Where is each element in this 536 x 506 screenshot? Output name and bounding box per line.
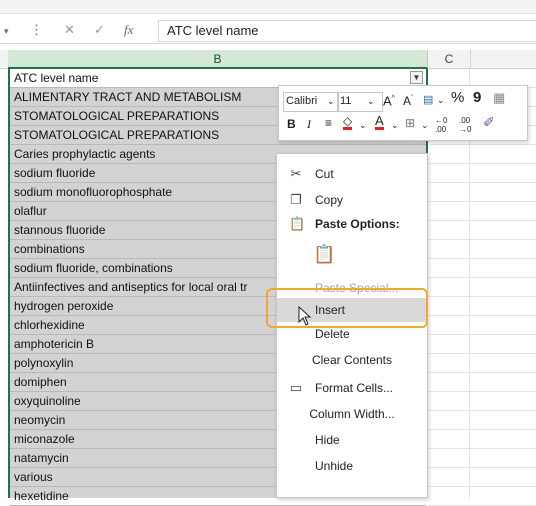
menu-item-column-width[interactable]: Column Width... [277,402,427,426]
borders-dropdown-icon[interactable]: ⌄ [421,117,429,133]
grid-line [429,163,536,164]
column-header-d[interactable] [470,50,536,69]
bold-button[interactable]: B [287,116,296,132]
menu-item-clear-contents[interactable]: Clear Contents [277,348,427,372]
scissors-icon: ✂ [290,166,302,181]
paste-option-button[interactable]: 📋 [277,240,427,268]
clipboard-icon: 📋 [289,216,306,231]
menu-item-cut[interactable]: ✂ Cut [277,162,427,186]
grid-line [429,486,536,487]
formula-input[interactable]: ATC level name [158,20,536,42]
decrease-font-icon[interactable]: Aˇ [403,91,413,109]
mini-toolbar: Calibri ⌄ 11 ⌄ A^ Aˇ ▤ ⌄ % 9 ▦ B I ≡ ◇ ⌄… [278,85,528,141]
formula-bar-grip-icon: ⋮ [30,22,43,37]
menu-item-label: Column Width... [309,407,395,421]
insert-function-icon[interactable]: fx [124,22,133,38]
grid-line [429,220,536,221]
menu-item-label: Clear Contents [311,353,393,367]
menu-item-paste-options: 📋 Paste Options: [277,212,427,236]
align-center-icon[interactable]: ≡ [325,115,332,131]
font-name-dropdown-icon[interactable]: ⌄ [327,93,335,109]
grid-line [429,182,536,183]
grid-line [429,429,536,430]
number-format-icon[interactable]: ▤ [423,92,433,108]
decrease-decimal-icon[interactable]: .00 →0 [459,116,471,134]
filter-dropdown-button[interactable]: ▼ [410,71,423,84]
grid-line [429,144,536,145]
font-size-dropdown-icon[interactable]: ⌄ [367,93,375,109]
grid-line [429,296,536,297]
menu-item-label: Paste Options: [315,217,400,231]
grid-line [429,448,536,449]
comma-style-icon[interactable]: 9 [473,90,481,106]
font-size-box[interactable]: 11 [337,92,383,112]
name-box-dropdown-icon[interactable]: ▾ [4,26,9,37]
menu-item-label: Format Cells... [315,381,394,395]
percent-style-icon[interactable]: % [451,90,464,106]
fill-color-dropdown-icon[interactable]: ⌄ [359,117,367,133]
menu-item-unhide[interactable]: Unhide [277,454,427,478]
enter-icon[interactable]: ✓ [94,22,105,38]
grid-line [429,277,536,278]
grid-line [429,315,536,316]
paste-icon: 📋 [313,244,336,264]
grid-line [429,201,536,202]
copy-icon: ❐ [290,192,302,207]
menu-item-label: Unhide [315,459,354,473]
grid-line [429,372,536,373]
format-table-icon[interactable]: ▦ [493,90,505,106]
menu-item-label: Hide [315,433,340,447]
increase-font-icon[interactable]: A^ [383,91,395,109]
column-header-b[interactable]: B [8,50,428,69]
grid-line [429,239,536,240]
format-cells-icon: ▭ [289,380,303,395]
font-color-icon[interactable]: A [375,114,384,130]
cancel-icon[interactable]: ✕ [64,22,75,38]
menu-item-label: Copy [315,193,344,207]
italic-button[interactable]: I [307,116,311,132]
format-painter-icon[interactable]: ✐ [483,114,495,130]
ribbon-edge [0,0,536,14]
grid-line [429,353,536,354]
grid-line [429,334,536,335]
borders-icon[interactable]: ⊞ [405,115,415,131]
grid-line [429,467,536,468]
menu-item-format-cells[interactable]: ▭ Format Cells... [277,376,427,400]
mouse-cursor-icon [298,306,312,326]
number-format-dropdown-icon[interactable]: ⌄ [437,92,445,108]
menu-item-label: Cut [315,167,334,181]
insert-highlight-box [266,288,428,328]
grid-line [429,410,536,411]
menu-item-hide[interactable]: Hide [277,428,427,452]
menu-item-copy[interactable]: ❐ Copy [277,188,427,212]
grid-line [429,258,536,259]
column-header-c[interactable]: C [429,50,469,69]
grid-line [429,391,536,392]
font-color-dropdown-icon[interactable]: ⌄ [391,117,399,133]
fill-color-icon[interactable]: ◇ [343,115,353,130]
increase-decimal-icon[interactable]: ←0.00 [435,116,447,134]
